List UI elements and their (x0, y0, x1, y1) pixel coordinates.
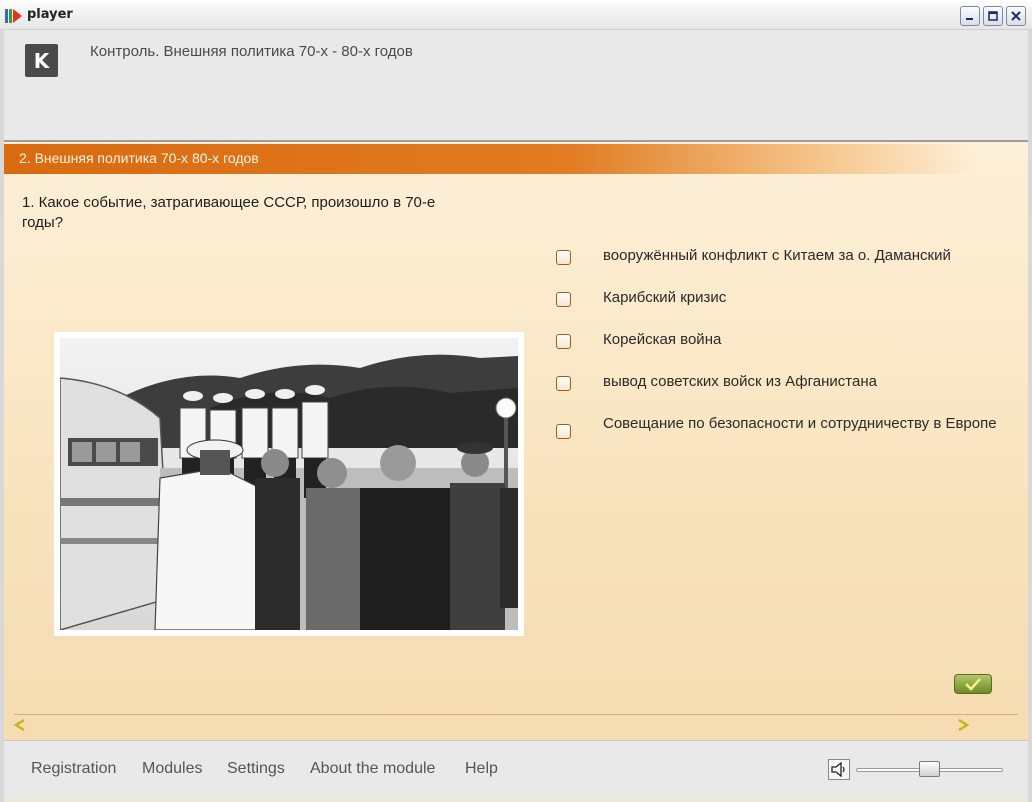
submit-button[interactable] (954, 674, 992, 694)
footer-bar: Registration Modules Settings About the … (4, 740, 1028, 798)
logo: K (25, 44, 58, 77)
close-icon (1011, 11, 1021, 21)
menu-modules[interactable]: Modules (142, 760, 202, 778)
maximize-icon (988, 11, 998, 21)
minimize-button[interactable] (960, 6, 980, 26)
answer-checkbox[interactable] (556, 424, 571, 439)
course-header: K Контроль. Внешняя политика 70-х - 80-х… (4, 30, 1028, 140)
answer-checkbox[interactable] (556, 376, 571, 391)
minimize-icon (966, 18, 973, 20)
navigation-divider (14, 714, 1018, 715)
answer-label: Карибский кризис (603, 289, 727, 306)
question-text: 1. Какое событие, затрагивающее СССР, пр… (22, 194, 436, 231)
close-button[interactable] (1006, 6, 1026, 26)
mute-button[interactable] (828, 759, 850, 780)
window-titlebar: player (0, 0, 1032, 30)
menu-help[interactable]: Help (465, 760, 498, 778)
checkmark-icon (965, 678, 981, 691)
answer-checkbox[interactable] (556, 250, 571, 265)
logo-text: K (33, 48, 50, 73)
volume-slider-thumb[interactable] (919, 761, 940, 777)
historical-photo-icon (60, 338, 518, 630)
speaker-icon (831, 761, 845, 778)
window-border-right (1028, 30, 1032, 802)
app-icon (5, 9, 22, 23)
question-photo (54, 332, 524, 636)
maximize-button[interactable] (983, 6, 1003, 26)
course-title: Контроль. Внешняя политика 70-х - 80-х г… (90, 43, 413, 60)
answer-checkbox[interactable] (556, 292, 571, 307)
arrow-right-icon[interactable] (956, 718, 970, 732)
answer-label: вывод советских войск из Афганистана (603, 373, 877, 390)
section-bar: 2. Внешняя политика 70-х 80-х годов (4, 144, 1028, 174)
question-panel: 2. Внешняя политика 70-х 80-х годов 1. К… (4, 140, 1028, 740)
window-title: player (27, 7, 73, 22)
section-title: 2. Внешняя политика 70-х 80-х годов (19, 150, 259, 166)
menu-registration[interactable]: Registration (31, 760, 116, 778)
arrow-left-icon[interactable] (13, 718, 27, 732)
answer-label: Совещание по безопасности и сотрудничест… (603, 415, 997, 432)
answer-label: вооружённый конфликт с Китаем за о. Дама… (603, 247, 951, 264)
menu-settings[interactable]: Settings (227, 760, 285, 778)
answer-checkbox[interactable] (556, 334, 571, 349)
answer-label: Корейская война (603, 331, 722, 348)
menu-about[interactable]: About the module (310, 760, 435, 778)
